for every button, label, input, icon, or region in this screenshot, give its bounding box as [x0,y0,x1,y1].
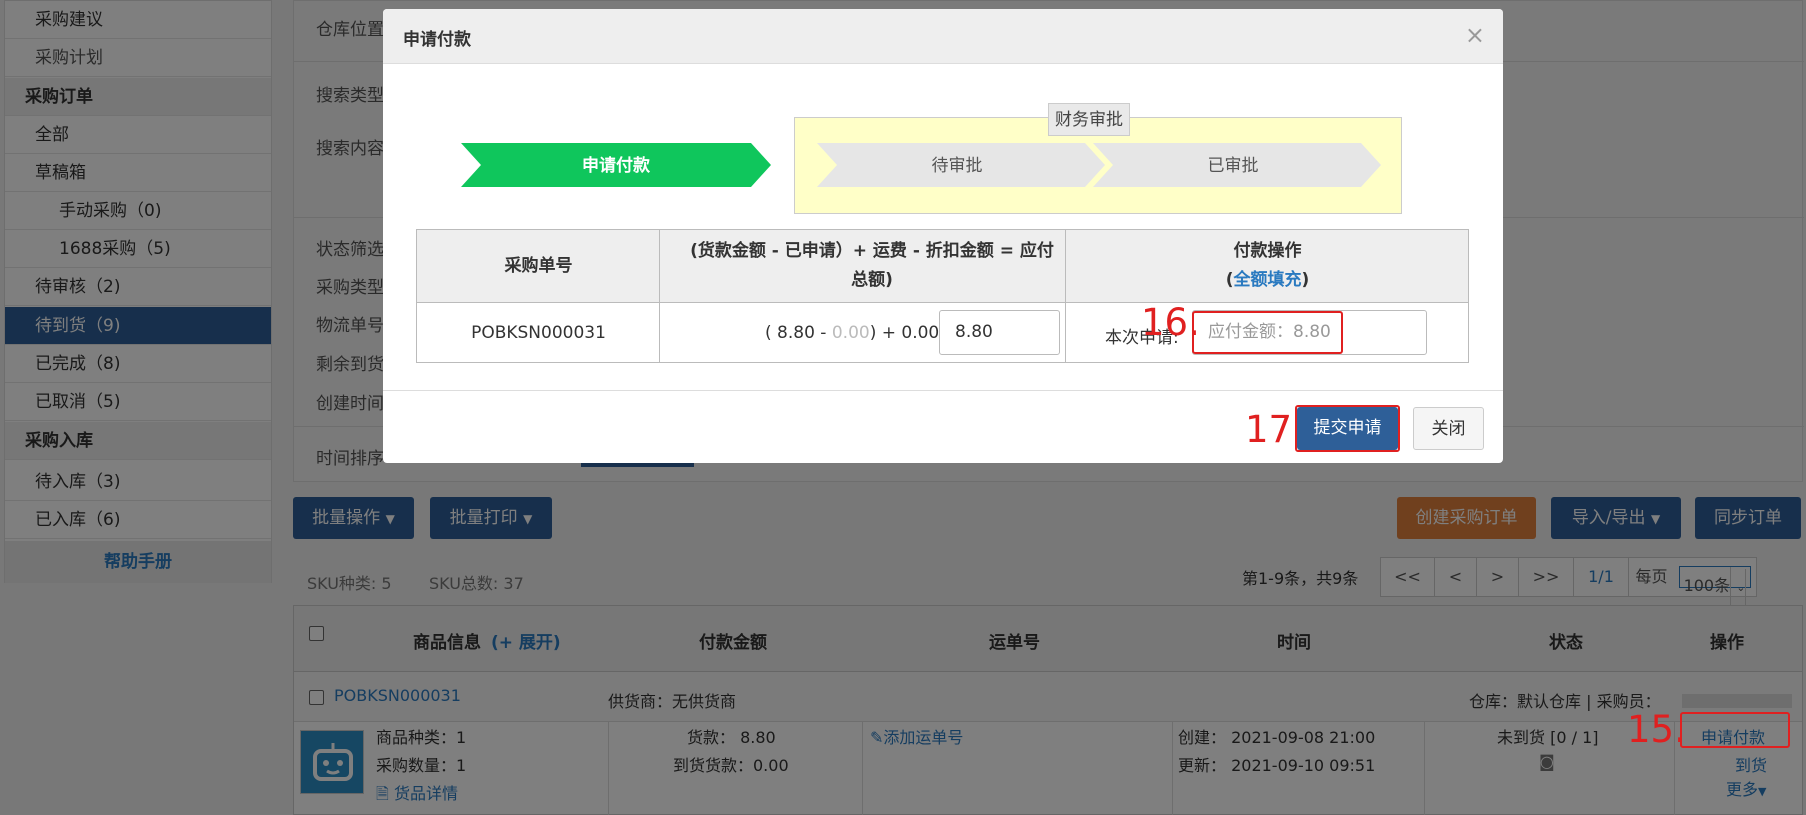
formula-goods: ( 8.80 - [765,323,832,343]
annotation-box-request-payment [1680,712,1790,748]
formula: ( 8.80 - 0.00) + 0.00 = [765,323,959,343]
order-number: POBKSN000031 [471,323,606,343]
formula-applied: 0.00 [831,323,870,343]
fill-all-link[interactable]: 全额填充 [1234,270,1302,290]
header-payment-op: 付款操作 [1233,241,1302,261]
header-order-no: 采购单号 [504,256,573,276]
request-payment-modal: 申请付款 × 申请付款 待审批 已审批 财务审批 采购单号 (货款金额 - 已申… [383,9,1503,463]
fill-all-wrap: (全额填充) [1067,266,1468,295]
modal-title: 申请付款 [403,30,471,50]
annotation-15: 15. [1627,708,1686,751]
paren-close: ) [1301,270,1310,290]
step-pending-approval: 待审批 [817,143,1105,187]
annotation-box-submit [1295,405,1400,452]
close-button[interactable]: 关闭 [1413,407,1484,450]
modal-header: 申请付款 × [383,9,1503,64]
step-approved: 已审批 [1093,143,1381,187]
step1-label: 申请付款 [582,155,651,175]
step3-label: 已审批 [1208,156,1259,175]
step-request-payment: 申请付款 [461,143,771,187]
step2-label: 待审批 [932,156,983,175]
annotation-box-payment-input [1192,311,1343,354]
finance-approval-label: 财务审批 [1048,103,1130,136]
paren-open: ( [1225,270,1234,290]
header-formula: (货款金额 - 已申请）+ 运费 - 折扣金额 = 应付总额) [690,241,1054,290]
close-icon[interactable]: × [1465,21,1485,49]
total-amount-input[interactable]: 8.80 [939,310,1060,355]
